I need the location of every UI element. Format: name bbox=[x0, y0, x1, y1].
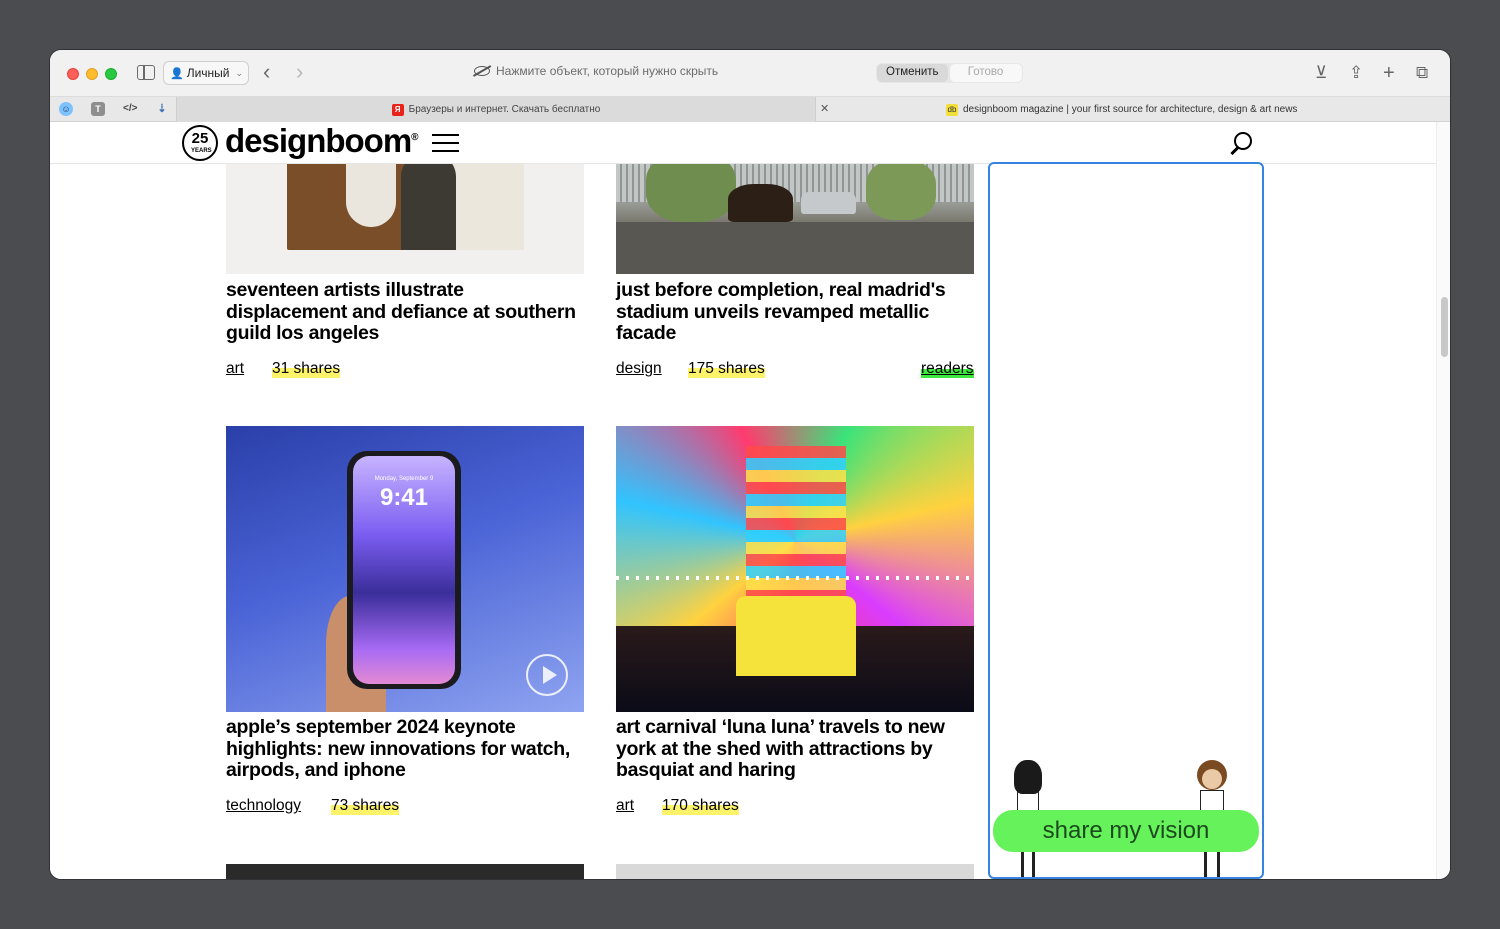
article-image[interactable] bbox=[616, 864, 974, 879]
chevron-down-icon: ⌄ bbox=[235, 67, 244, 78]
scrollbar-thumb[interactable] bbox=[1441, 297, 1448, 357]
tab-active[interactable]: Я Браузеры и интернет. Скачать бесплатно bbox=[176, 97, 816, 122]
pinned-tab-code-icon[interactable]: </> bbox=[123, 102, 137, 116]
zoom-window-button[interactable] bbox=[105, 68, 117, 80]
pinned-tab-filter-icon[interactable]: ⇣ bbox=[155, 102, 169, 116]
article-category[interactable]: art bbox=[616, 797, 634, 815]
readers-badge[interactable]: readers bbox=[921, 360, 974, 378]
back-button[interactable]: ‹ bbox=[263, 61, 270, 83]
share-my-vision-button[interactable]: share my vision bbox=[993, 810, 1259, 852]
share-icon[interactable]: ⇪ bbox=[1349, 63, 1363, 83]
web-page: 25 YEARS designboom® seventeen artists i… bbox=[50, 122, 1450, 879]
browser-window: 👤 Личный ⌄ ‹ › Нажмите объект, который н… bbox=[50, 50, 1450, 879]
article-category[interactable]: art bbox=[226, 360, 244, 378]
article-title[interactable]: art carnival ‘luna luna’ travels to new … bbox=[616, 716, 974, 782]
tab-title: Браузеры и интернет. Скачать бесплатно bbox=[408, 104, 601, 115]
minimize-window-button[interactable] bbox=[86, 68, 98, 80]
badge-sub: YEARS bbox=[191, 148, 212, 154]
done-button[interactable]: Готово bbox=[949, 64, 1022, 82]
tab-designboom[interactable]: db designboom magazine | your first sour… bbox=[946, 97, 1297, 122]
article-shares: 175 shares bbox=[688, 360, 765, 378]
forward-button[interactable]: › bbox=[296, 61, 303, 83]
tab-favicon: Я bbox=[391, 103, 404, 116]
article-image[interactable] bbox=[226, 864, 584, 879]
profile-selector[interactable]: 👤 Личный ⌄ bbox=[163, 61, 249, 85]
phone-time: 9:41 bbox=[379, 484, 429, 511]
site-logo[interactable]: designboom® bbox=[225, 122, 419, 160]
site-header: 25 YEARS designboom® bbox=[50, 122, 1436, 164]
article-title[interactable]: apple’s september 2024 keynote highlight… bbox=[226, 716, 584, 782]
pinned-tab-t[interactable]: T bbox=[91, 102, 105, 116]
eye-slash-icon bbox=[474, 66, 490, 76]
badge-number: 25 bbox=[191, 130, 209, 147]
browser-toolbar: 👤 Личный ⌄ ‹ › Нажмите объект, который н… bbox=[50, 50, 1450, 96]
logo-registered: ® bbox=[411, 132, 418, 143]
ad-banner[interactable]: share my vision bbox=[988, 162, 1264, 879]
sidebar-toggle-icon[interactable] bbox=[137, 65, 155, 80]
hide-element-actions: Отменить Готово bbox=[876, 63, 1023, 83]
tab-bar: ☺ T </> ⇣ Я Браузеры и интернет. Скачать… bbox=[50, 96, 1450, 122]
download-icon[interactable]: ⊻ bbox=[1315, 63, 1327, 83]
tab-title: designboom magazine | your first source … bbox=[963, 104, 1298, 115]
article-category[interactable]: design bbox=[616, 360, 662, 378]
article-image[interactable] bbox=[616, 426, 974, 712]
article-title[interactable]: just before completion, real madrid's st… bbox=[616, 279, 974, 345]
play-icon[interactable] bbox=[526, 654, 568, 696]
close-tab-icon[interactable]: ✕ bbox=[820, 102, 829, 115]
page-scrollbar[interactable] bbox=[1436, 122, 1450, 879]
article-shares: 73 shares bbox=[331, 797, 400, 815]
hide-element-prompt: Нажмите объект, который нужно скрыть bbox=[474, 64, 718, 78]
hide-element-message: Нажмите объект, который нужно скрыть bbox=[496, 64, 719, 78]
profile-label: Личный bbox=[186, 66, 230, 80]
anniversary-badge[interactable]: 25 YEARS bbox=[182, 125, 218, 161]
search-icon[interactable] bbox=[1234, 132, 1252, 150]
new-tab-icon[interactable]: + bbox=[1383, 63, 1395, 83]
logo-text: designboom bbox=[225, 122, 412, 159]
person-icon: 👤 bbox=[170, 67, 184, 80]
pinned-tab-face-icon[interactable]: ☺ bbox=[59, 102, 73, 116]
menu-icon[interactable] bbox=[432, 134, 459, 152]
tab-overview-icon[interactable]: ⧉ bbox=[1416, 63, 1428, 83]
article-shares: 31 shares bbox=[272, 360, 341, 378]
cancel-button[interactable]: Отменить bbox=[877, 64, 948, 82]
article-title[interactable]: seventeen artists illustrate displacemen… bbox=[226, 279, 584, 345]
article-shares: 170 shares bbox=[662, 797, 739, 815]
phone-date: Monday, September 9 bbox=[374, 476, 434, 482]
close-window-button[interactable] bbox=[67, 68, 79, 80]
tab-favicon: db bbox=[946, 103, 958, 116]
article-category[interactable]: technology bbox=[226, 797, 301, 815]
article-image[interactable]: Monday, September 9 9:41 bbox=[226, 426, 584, 712]
